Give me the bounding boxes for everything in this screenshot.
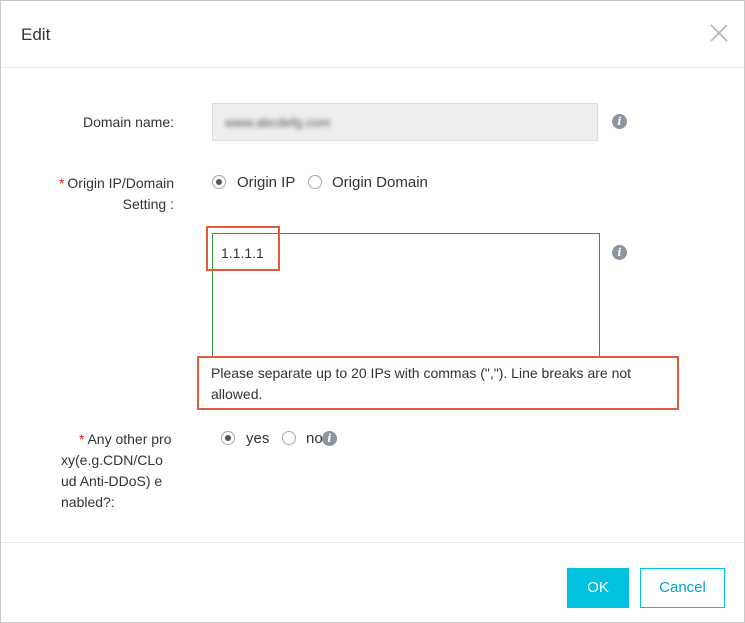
- origin-label-line2: Setting :: [122, 196, 174, 212]
- domain-name-value: www.abcdefg.com: [225, 115, 331, 129]
- proxy-info-icon[interactable]: i: [322, 431, 337, 446]
- radio-origin-ip[interactable]: [212, 175, 226, 189]
- proxy-label-line1: Any other pro: [87, 431, 172, 447]
- radio-origin-domain[interactable]: [308, 175, 322, 189]
- ok-button[interactable]: OK: [567, 568, 629, 608]
- dialog-title: Edit: [21, 25, 51, 44]
- proxy-label: * Any other pro xy(e.g.CDN/CLo ud Anti-DD…: [51, 429, 184, 513]
- ip-info-icon[interactable]: i: [612, 245, 627, 260]
- proxy-label-line4: nabled?:: [61, 494, 115, 510]
- radio-origin-domain-label[interactable]: Origin Domain: [332, 174, 428, 192]
- ip-highlight-box: [206, 226, 280, 271]
- required-marker: *: [58, 175, 65, 191]
- domain-name-input: www.abcdefg.com: [212, 103, 598, 141]
- edit-dialog: Edit Domain name: www.abcdefg.com i * Ori…: [0, 0, 745, 623]
- radio-origin-ip-label[interactable]: Origin IP: [237, 174, 295, 192]
- radio-proxy-yes[interactable]: [221, 431, 235, 445]
- origin-setting-label: * Origin IP/Domain Setting :: [31, 173, 174, 215]
- radio-proxy-no-label[interactable]: no: [306, 430, 323, 448]
- proxy-label-line3: ud Anti-DDoS) e: [61, 473, 163, 489]
- proxy-label-line2: xy(e.g.CDN/CLo: [61, 452, 163, 468]
- required-marker: *: [79, 431, 85, 447]
- cancel-button[interactable]: Cancel: [640, 568, 725, 608]
- origin-label-line1: Origin IP/Domain: [67, 175, 174, 191]
- domain-name-label: Domain name:: [82, 114, 174, 130]
- radio-proxy-yes-label[interactable]: yes: [246, 430, 269, 448]
- close-icon[interactable]: [707, 21, 731, 45]
- footer-divider: [1, 542, 744, 543]
- radio-proxy-no[interactable]: [282, 431, 296, 445]
- domain-info-icon[interactable]: i: [612, 114, 627, 129]
- dialog-header: Edit: [1, 1, 744, 68]
- ip-tip-text: Please separate up to 20 IPs with commas…: [211, 365, 632, 402]
- ip-tip-box: Please separate up to 20 IPs with commas…: [197, 356, 679, 410]
